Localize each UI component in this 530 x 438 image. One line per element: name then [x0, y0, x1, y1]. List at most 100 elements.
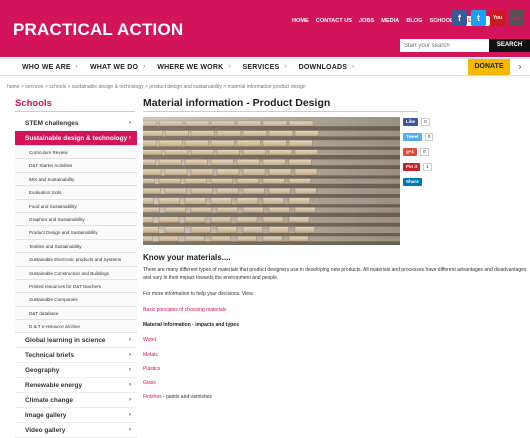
sidebar-subitem[interactable]: D & T e-resource archive [15, 320, 137, 334]
top-link-jobs[interactable]: JOBS [359, 18, 374, 24]
sidebar-subitem[interactable]: 6Rs and Sustainability [15, 172, 137, 187]
share-button[interactable]: Pin it [403, 162, 421, 171]
share-row: Share [403, 177, 433, 186]
nav-what-we-do[interactable]: WHAT WE DO › [85, 64, 152, 71]
sidebar-item-label: Sustainable design & technology [25, 135, 128, 142]
sidebar-item[interactable]: Renewable energy › [15, 378, 137, 394]
flickr-icon[interactable]: •• [509, 10, 524, 26]
glass-link[interactable]: Glass [143, 380, 156, 386]
sidebar-item[interactable]: Image gallery › [15, 408, 137, 424]
sidebar-item[interactable]: Video gallery › [15, 423, 137, 438]
chevron-right-icon: › [129, 397, 131, 404]
chevron-right-icon: › [75, 64, 78, 70]
chevron-right-icon: › [129, 135, 131, 141]
sidebar-subitem[interactable]: Printed resources for D&T teachers [15, 279, 137, 294]
share-count: 0 [424, 132, 434, 141]
sidebar-subitem[interactable]: D&T database [15, 306, 137, 321]
sidebar-item-label: Climate change [25, 397, 74, 405]
top-link-contact[interactable]: CONTACT US [316, 18, 352, 24]
sidebar-item[interactable]: Global learning in science › [15, 333, 137, 349]
divider [15, 111, 135, 112]
metals-link[interactable]: Metals [143, 352, 158, 358]
logo-text: PRACTICAL ACTION [13, 20, 184, 39]
sidebar-subitem[interactable]: Curriculum Review [15, 146, 137, 160]
search-input[interactable] [400, 39, 489, 52]
main-nav: WHO WE ARE › WHAT WE DO › WHERE WE WORK › S… [0, 58, 530, 76]
sidebar-title: Schools [15, 98, 52, 109]
sidebar-subitem[interactable]: Textiles and Sustainability [15, 239, 137, 254]
sidebar-subitem[interactable]: Food and Sustainability [15, 199, 137, 213]
top-link-home[interactable]: HOME [292, 18, 309, 24]
page-title: Material information - Product Design [143, 97, 331, 109]
chevron-right-icon[interactable]: › [510, 59, 530, 75]
top-link-blog[interactable]: BLOG [406, 18, 422, 24]
nav-label: WHERE WE WORK [157, 63, 224, 71]
site-logo[interactable]: PRACTICAL ACTION [13, 20, 183, 40]
sidebar-item[interactable]: Climate change › [15, 393, 137, 409]
section-heading: Know your materials.... [143, 253, 231, 262]
impacts-heading: Material information - impacts and types [143, 322, 239, 328]
nav-label: SERVICES [242, 63, 280, 71]
principles-link[interactable]: Basic principles of choosing materials [143, 307, 226, 313]
chevron-right-icon: › [129, 382, 131, 389]
sidebar-subitem[interactable]: Sustainable Companies [15, 293, 137, 307]
chevron-right-icon: › [143, 64, 146, 70]
sidebar-subitem[interactable]: Product Design and Sustainability [15, 226, 137, 240]
plastics-link[interactable]: Plastics [143, 366, 160, 372]
sidebar-item-label: Image gallery [25, 412, 67, 420]
chevron-right-icon: › [352, 64, 355, 70]
sidebar-subitem[interactable]: Sustainable Electronic products and Syst… [15, 253, 137, 267]
sidebar-item[interactable]: Sustainable design & technology › [15, 131, 137, 146]
finishes-description: - paints and varnishes [161, 394, 212, 400]
share-button[interactable]: Share [403, 177, 422, 186]
breadcrumb[interactable]: home > services > schools > sustainable … [7, 84, 306, 90]
share-button[interactable]: Tweet [403, 132, 422, 141]
social-icons: f t You •• [452, 10, 524, 26]
share-button[interactable]: g+1 [403, 147, 418, 156]
donate-button[interactable]: DONATE [468, 59, 510, 75]
wood-link[interactable]: Wood [143, 337, 156, 343]
chevron-right-icon: › [129, 120, 131, 126]
nav-label: DOWNLOADS [298, 63, 348, 71]
sidebar-item[interactable]: Technical briefs › [15, 348, 137, 364]
chevron-right-icon: › [129, 337, 131, 344]
nav-downloads[interactable]: DOWNLOADS › [294, 64, 362, 71]
sidebar-item-label: Global learning in science [25, 337, 106, 345]
sidebar: STEM challenges › Sustainable design & tec… [15, 116, 137, 438]
chevron-right-icon: › [129, 367, 131, 374]
chevron-right-icon: › [129, 412, 131, 419]
share-row: Pin it 1 [403, 162, 433, 171]
chevron-right-icon: › [129, 352, 131, 359]
share-button[interactable]: Like [403, 117, 419, 126]
share-count: 1 [423, 162, 432, 171]
chevron-right-icon: › [228, 64, 231, 70]
sidebar-subitem[interactable]: Graphics and Sustainability [15, 212, 137, 227]
timber-stack-image [143, 117, 400, 245]
chevron-right-icon: › [129, 427, 131, 434]
youtube-icon[interactable]: You [490, 10, 505, 26]
top-link-media[interactable]: MEDIA [381, 18, 399, 24]
sidebar-item[interactable]: Geography › [15, 363, 137, 379]
nav-who-we-are[interactable]: WHO WE ARE › [0, 64, 85, 71]
share-row: Tweet 0 [403, 132, 434, 141]
info-paragraph: For more information to help your decisi… [143, 291, 254, 297]
sidebar-subitem[interactable]: D&T Starter Activities [15, 159, 137, 173]
sidebar-item-label: Geography [25, 367, 60, 375]
share-row: Like 0 [403, 117, 433, 126]
share-row: g+1 0 [403, 147, 433, 156]
intro-paragraph: There are many different types of materi… [143, 267, 527, 281]
site-header: PRACTICAL ACTION HOME CONTACT US JOBS ME… [0, 0, 530, 57]
sidebar-item-label: Video gallery [25, 427, 66, 435]
facebook-icon[interactable]: f [452, 10, 467, 26]
nav-label: WHO WE ARE [22, 63, 71, 71]
nav-where-we-work[interactable]: WHERE WE WORK › [152, 64, 237, 71]
divider [143, 111, 418, 112]
share-count: 0 [420, 147, 429, 156]
twitter-icon[interactable]: t [471, 10, 486, 26]
finishes-link[interactable]: Finishes [143, 394, 162, 400]
sidebar-item[interactable]: STEM challenges › [15, 116, 137, 131]
nav-services[interactable]: SERVICES › [238, 64, 294, 71]
search-button[interactable]: SEARCH [489, 39, 530, 52]
sidebar-subitem[interactable]: Sustainable Construction and Buildings [15, 266, 137, 280]
sidebar-subitem[interactable]: Evaluation tools [15, 186, 137, 200]
